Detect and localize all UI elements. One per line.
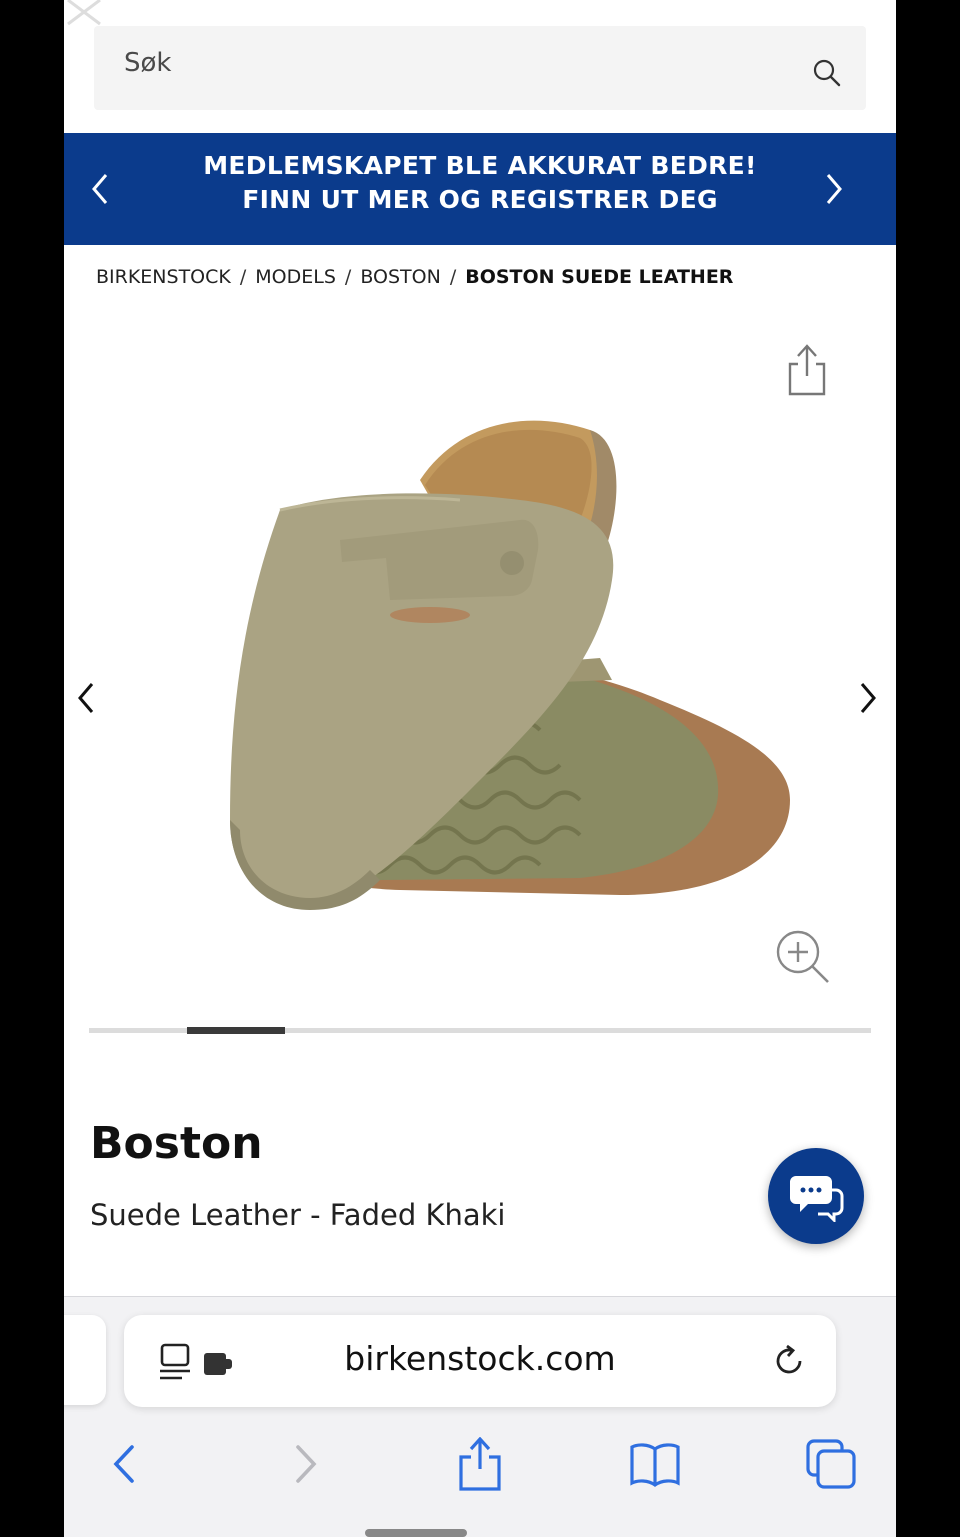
gallery-progress-indicator xyxy=(186,1027,285,1034)
breadcrumb-link-birkenstock[interactable]: BIRKENSTOCK xyxy=(96,266,231,288)
search-input[interactable]: Søk xyxy=(124,48,171,78)
gallery-progress-bar xyxy=(89,1027,871,1034)
promo-banner[interactable]: MEDLEMSKAPET BLE AKKURAT BEDRE! FINN UT … xyxy=(64,133,896,245)
browser-viewport: Søk MEDLEMSKAPET BLE AKKURAT BEDRE! FINN… xyxy=(64,0,896,1537)
previous-tab-peek[interactable] xyxy=(64,1315,106,1405)
breadcrumb-link-models[interactable]: MODELS xyxy=(255,266,336,288)
close-icon[interactable] xyxy=(64,0,104,28)
share-sheet-icon[interactable] xyxy=(453,1437,507,1491)
back-arrow-icon[interactable] xyxy=(98,1437,152,1491)
address-bar[interactable]: birkenstock.com xyxy=(124,1315,836,1407)
breadcrumb-current: BOSTON SUEDE LEATHER xyxy=(465,266,734,288)
breadcrumb-link-boston[interactable]: BOSTON xyxy=(360,266,441,288)
zoom-in-icon[interactable] xyxy=(774,928,834,988)
breadcrumb: BIRKENSTOCK / MODELS / BOSTON / BOSTON SUEDE L… xyxy=(96,266,733,288)
product-variant: Suede Leather - Faded Khaki xyxy=(90,1198,506,1232)
home-indicator xyxy=(365,1529,467,1537)
gallery-prev-chevron-icon[interactable] xyxy=(74,678,100,718)
promo-cta[interactable]: FINN UT MER OG REGISTRER DEG xyxy=(64,185,896,214)
promo-headline: MEDLEMSKAPET BLE AKKURAT BEDRE! xyxy=(203,151,757,180)
product-name: Boston xyxy=(90,1118,263,1169)
search-icon[interactable] xyxy=(812,58,842,88)
chevron-right-icon[interactable] xyxy=(818,169,848,209)
share-icon[interactable] xyxy=(784,338,830,398)
search-bar[interactable]: Søk xyxy=(94,26,866,110)
bookmarks-icon[interactable] xyxy=(628,1437,682,1491)
url-text[interactable]: birkenstock.com xyxy=(124,1339,836,1378)
gallery-next-chevron-icon[interactable] xyxy=(854,678,880,718)
breadcrumb-separator: / xyxy=(344,266,352,288)
forward-arrow-icon[interactable] xyxy=(278,1437,332,1491)
breadcrumb-separator: / xyxy=(449,266,457,288)
browser-toolbar: birkenstock.com xyxy=(64,1296,896,1537)
chat-bubble-icon xyxy=(790,1176,844,1222)
chat-button[interactable] xyxy=(768,1148,864,1244)
reload-icon[interactable] xyxy=(772,1343,808,1379)
breadcrumb-separator: / xyxy=(239,266,247,288)
tabs-icon[interactable] xyxy=(804,1437,858,1491)
product-image[interactable] xyxy=(160,400,800,920)
